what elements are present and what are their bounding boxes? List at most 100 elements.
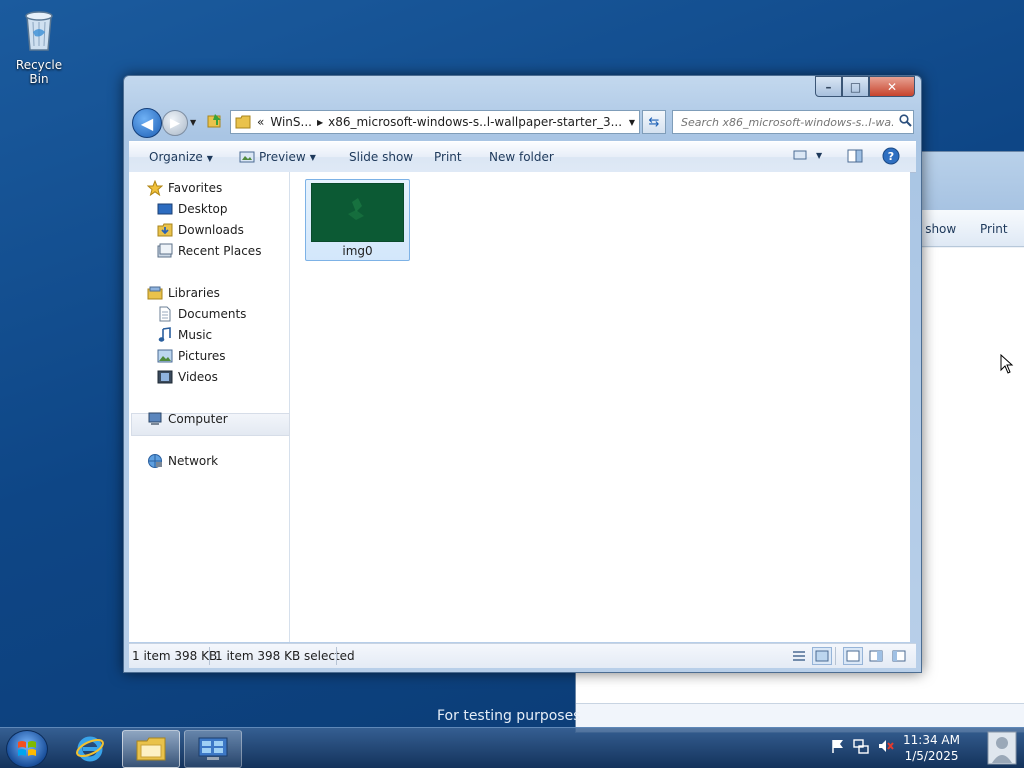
nav-desktop[interactable]: Desktop <box>157 201 228 217</box>
desktop-icon <box>157 201 173 217</box>
nav-computer[interactable]: Computer <box>147 411 228 427</box>
action-center-icon[interactable] <box>830 738 846 757</box>
breadcrumb-segment[interactable]: WinS... <box>270 115 312 129</box>
search-box[interactable] <box>672 110 914 134</box>
search-icon[interactable] <box>899 114 912 130</box>
view-icon <box>792 148 808 162</box>
nav-recent-places[interactable]: Recent Places <box>157 243 261 259</box>
refresh-button[interactable]: ⇆ <box>642 110 666 134</box>
downloads-folder-icon <box>157 222 173 238</box>
recent-pages-dropdown[interactable]: ▼ <box>190 118 196 127</box>
chevron-down-icon: ▼ <box>816 150 823 160</box>
recycle-bin-label: Recycle Bin <box>15 58 63 86</box>
image-thumbnail <box>311 183 404 242</box>
address-bar[interactable]: « WinS... ▶ x86_microsoft-windows-s..l-w… <box>230 110 640 134</box>
breadcrumb-segment[interactable]: x86_microsoft-windows-s..l-wallpaper-sta… <box>328 115 622 129</box>
recycle-bin-icon <box>25 11 53 51</box>
mouse-cursor-icon <box>1000 353 1014 377</box>
preview-button[interactable]: Preview ▼ <box>239 150 316 164</box>
navigation-bar: ◀ ▶ ▼ « WinS... ▶ x86_microsoft-windows-… <box>132 106 915 138</box>
file-name: img0 <box>342 244 373 258</box>
chevron-right-icon[interactable]: ▶ <box>317 118 323 127</box>
internet-explorer-icon <box>76 736 104 762</box>
watermark-text: For testing purposes <box>437 708 581 724</box>
slideshow-button[interactable]: Slide show <box>349 150 413 164</box>
nav-music[interactable]: Music <box>157 327 212 343</box>
pictures-icon <box>157 348 173 364</box>
network-status-icon[interactable] <box>853 738 869 757</box>
taskbar-explorer[interactable] <box>122 730 180 768</box>
taskbar-internet-explorer[interactable] <box>62 730 118 766</box>
folder-up-icon[interactable] <box>206 112 224 133</box>
file-list: img0 <box>290 172 910 642</box>
large-icons-view-icon <box>815 650 829 662</box>
status-selection: 1 item 398 KB selected <box>215 649 355 663</box>
preview-icon <box>239 150 255 164</box>
preview-pane-button[interactable] <box>847 148 863 167</box>
large-icons-view-button[interactable] <box>812 647 832 665</box>
videos-icon <box>157 369 173 385</box>
details-view-button[interactable] <box>789 647 809 665</box>
clock-time: 11:34 AM <box>903 733 960 747</box>
bg-print-button[interactable]: Print <box>980 222 1008 236</box>
clock-date: 1/5/2025 <box>904 749 959 763</box>
documents-icon <box>157 306 173 322</box>
layout-button-1[interactable] <box>843 647 863 665</box>
nav-documents[interactable]: Documents <box>157 306 246 322</box>
star-icon <box>147 180 163 196</box>
start-button[interactable] <box>6 730 48 768</box>
arrow-right-icon: ▶ <box>170 115 180 131</box>
pane-layout-icon <box>892 650 906 662</box>
back-button[interactable]: ◀ <box>132 108 162 138</box>
network-icon <box>147 453 163 469</box>
new-folder-button[interactable]: New folder <box>489 150 554 164</box>
system-clock[interactable]: 11:34 AM 1/5/2025 <box>903 732 960 764</box>
volume-muted-icon[interactable] <box>877 738 895 757</box>
help-icon: ? <box>882 147 900 165</box>
search-input[interactable] <box>679 114 895 130</box>
nav-libraries[interactable]: Libraries <box>147 285 220 301</box>
forward-button[interactable]: ▶ <box>162 110 188 136</box>
file-item-img0[interactable]: img0 <box>305 179 410 261</box>
layout-button-2[interactable] <box>866 647 886 665</box>
print-button[interactable]: Print <box>434 150 462 164</box>
details-view-icon <box>793 651 805 661</box>
status-item-count: 1 item 398 KB <box>132 649 218 663</box>
libraries-icon <box>147 285 163 301</box>
refresh-icon: ⇆ <box>648 114 660 130</box>
folder-icon <box>136 737 166 761</box>
pane-layout-icon <box>846 650 860 662</box>
pane-layout-icon <box>869 650 883 662</box>
breadcrumb-overflow[interactable]: « <box>257 115 264 129</box>
command-bar: Organize ▼ Preview ▼ Slide show Print New … <box>129 141 916 173</box>
nav-downloads[interactable]: Downloads <box>157 222 244 238</box>
nav-favorites[interactable]: Favorites <box>147 180 222 196</box>
explorer-window[interactable]: – □ ✕ ◀ ▶ ▼ « WinS... ▶ x86_microsoft-wi… <box>123 75 922 673</box>
change-view-button[interactable]: ▼ <box>792 148 822 162</box>
recent-places-icon <box>157 243 173 259</box>
minimize-button[interactable]: – <box>815 76 842 97</box>
layout-button-3[interactable] <box>889 647 909 665</box>
nav-network[interactable]: Network <box>147 453 218 469</box>
music-icon <box>157 327 173 343</box>
user-avatar-icon <box>987 731 1017 765</box>
nav-pictures[interactable]: Pictures <box>157 348 226 364</box>
taskbar: 11:34 AM 1/5/2025 <box>0 727 1024 768</box>
close-button[interactable]: ✕ <box>869 76 915 97</box>
show-desktop-button[interactable] <box>980 728 1024 768</box>
taskbar-control-panel[interactable] <box>184 730 242 768</box>
folder-icon <box>235 114 251 130</box>
navigation-pane: Favorites Desktop Downloads Recent Place… <box>129 172 290 642</box>
recycle-bin[interactable]: Recycle Bin <box>6 6 72 86</box>
help-button[interactable]: ? <box>882 147 900 168</box>
maximize-button[interactable]: □ <box>842 76 869 97</box>
nav-videos[interactable]: Videos <box>157 369 218 385</box>
computer-icon <box>147 411 163 427</box>
chevron-down-icon: ▼ <box>309 152 316 162</box>
svg-text:?: ? <box>888 150 894 163</box>
control-panel-icon <box>198 737 228 760</box>
organize-button[interactable]: Organize ▼ <box>149 150 213 164</box>
arrow-left-icon: ◀ <box>140 113 154 133</box>
chevron-down-icon[interactable]: ▼ <box>629 118 635 127</box>
windows-logo-icon <box>18 741 36 756</box>
